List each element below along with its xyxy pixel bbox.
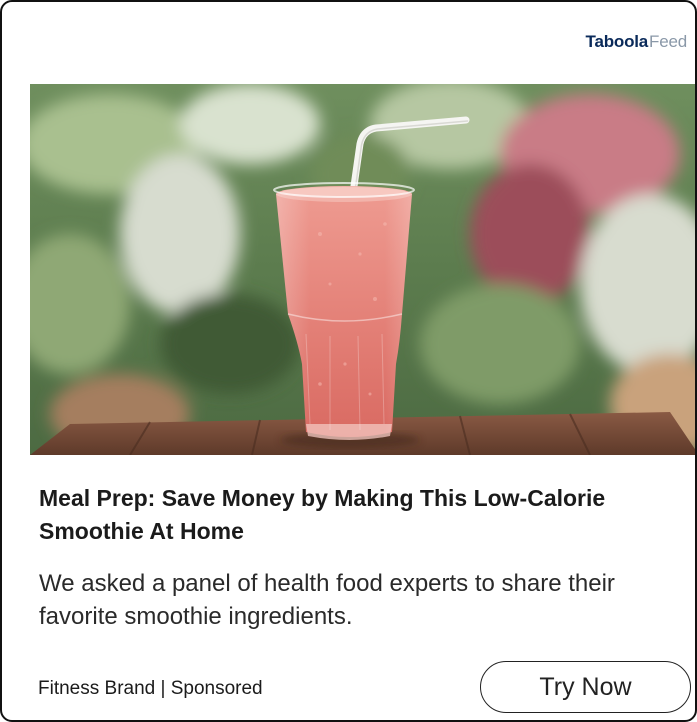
ad-card[interactable]: Taboola Feed Meal Prep: Save Money by Ma… [0,0,697,722]
sponsor-label: Fitness Brand | Sponsored [38,678,263,699]
ad-image[interactable] [30,84,695,455]
brand-main-text: Taboola [585,32,649,51]
taboola-feed-logo[interactable]: Taboola Feed [585,32,688,58]
smoothie-photo [30,84,695,455]
brand-sub-text: Feed [649,32,687,51]
try-now-button[interactable]: Try Now [480,661,691,713]
ad-headline[interactable]: Meal Prep: Save Money by Making This Low… [39,482,659,548]
ad-description[interactable]: We asked a panel of health food experts … [39,567,659,633]
